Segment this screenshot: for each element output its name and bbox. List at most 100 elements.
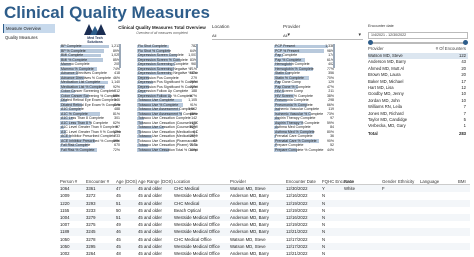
measure-name: Medication List Complete	[61, 80, 101, 84]
provider-name: Brown MD, Laura	[368, 72, 401, 78]
measure-value: 72%	[112, 147, 120, 152]
provider-column-header[interactable]: Provider	[368, 46, 384, 51]
location-dropdown[interactable]: All ▾	[212, 32, 292, 40]
measure-row[interactable]: Prepare Complete % Complete 44%	[274, 148, 335, 153]
summary-title: Clinical Quality Measures Total Overview	[118, 25, 206, 30]
measure-name: Flu Shot Complete	[138, 44, 167, 48]
provider-dropdown[interactable]: All ▾	[283, 32, 363, 40]
measure-name: Tobacco Use Cessation (Pharmacotherapy)	[138, 138, 198, 143]
column-header-language[interactable]: Language	[420, 178, 454, 185]
measure-name: Colon Cancer Screening Complete	[61, 89, 116, 93]
logo-text: Med Tech Solutions	[87, 36, 103, 44]
measure-name: Depression Pos Significant % Complete	[138, 80, 198, 84]
measure-name: A1C % Complete	[61, 111, 88, 116]
table-row[interactable]: 1220 3293 51 45 and older CHC Medical Anderso…	[60, 199, 470, 207]
encounter-date-label: Encounter date	[368, 24, 394, 28]
provider-name: Watson MD, Steve	[368, 53, 403, 58]
measure-name: Tobacco Use Cessation (Counseling) % Com…	[138, 125, 198, 129]
cell-provider: Anderson MD, Barry	[230, 229, 269, 235]
measure-name: A1C Level Greater Than 9 % Complete	[61, 129, 121, 134]
provider-filter-label: Provider	[283, 24, 301, 29]
location-value: All	[212, 33, 217, 38]
column-header-bmi[interactable]: BMI	[458, 178, 474, 185]
measure-name: PCP Present	[275, 44, 296, 48]
provider-value: All	[283, 33, 288, 38]
measure-name: HIV Screen % Complete	[275, 93, 313, 98]
measure-name: Depression Follow Up % Complete	[138, 93, 193, 98]
measure-name: Medication List % Complete	[61, 84, 105, 89]
cell-fqhc: N	[322, 214, 326, 220]
sidebar: Measure Overview Quality Measures	[3, 24, 55, 42]
encounter-table-header: Person # Encounter # Age (DOS) Age Range (D…	[60, 178, 470, 186]
measure-name: A1C Level Greater Than 9 Complete	[61, 125, 118, 129]
measure-name: Depression Screen Complete	[138, 53, 184, 57]
measure-name: Mammo Complete	[61, 62, 90, 66]
measure-scrollbar[interactable]	[119, 44, 121, 68]
measure-name: Tobacco Use Complete	[138, 98, 175, 102]
table-row[interactable]: 1007 3275 49 45 and older Westside Medical O…	[60, 221, 470, 228]
measure-name: Asthma Med % Complete	[275, 129, 315, 134]
measure-name: ACE Inhibitor Prescribed % Complete	[61, 138, 120, 143]
measure-row[interactable]: Tobacco Use Cessation Total % Complete 63…	[137, 148, 198, 153]
provider-total-row: Total 283	[368, 130, 468, 137]
location-filter: Location All ▾	[212, 24, 292, 40]
chevron-down-icon: ▾	[358, 32, 361, 38]
measure-name: Pap Done % Complete	[275, 84, 311, 89]
sidebar-item-measure-overview[interactable]: Measure Overview	[3, 24, 55, 33]
provider-filter: Provider All ▾	[283, 24, 363, 40]
table-row[interactable]: 1002 3264 48 45 and older Westside Medical O…	[60, 250, 470, 257]
measure-name: A1C Complete	[61, 107, 84, 111]
measure-name: Depression Screen % Complete	[138, 57, 188, 62]
measure-name: HIV Screen Comp	[275, 89, 304, 93]
measure-name: A1C Less Than 8 % Complete	[61, 120, 109, 125]
provider-name: Anderson MD, Barry	[368, 59, 406, 65]
cell-provider: Watson MD, Steve	[230, 186, 266, 192]
page-title: Clinical Quality Measures	[4, 3, 210, 22]
measure-row[interactable]: Fall Risk % Complete 72%	[60, 148, 121, 153]
table-row[interactable]: 1064 3361 47 45 and older CHC Medical Watson …	[60, 185, 470, 193]
measure-name: Asthma Med Complete	[275, 125, 311, 129]
measure-name: BMI % Complete	[61, 57, 88, 62]
table-row[interactable]: 1009 3272 45 45 and older Westside Medical O…	[60, 192, 470, 199]
encounter-date-range[interactable]: 1/4/2021 - 12/30/2022	[368, 32, 468, 39]
cell-gender: F	[382, 186, 385, 192]
measure-column: Flu Shot Complete 782 Flu Shot % Complete 6…	[137, 44, 198, 173]
measure-scrollbar[interactable]	[333, 44, 335, 68]
measure-name: Colon Cancer Screening % Complete	[61, 93, 120, 98]
encounters-column-header[interactable]: # Of Encounters	[436, 44, 466, 53]
cell-provider: Anderson MD, Barry	[230, 200, 269, 206]
column-header-race[interactable]: Race	[344, 178, 380, 185]
table-row[interactable]: 1050 3295 45 45 and older Westside Medical O…	[60, 242, 470, 250]
cell-provider: Anderson MD, Barry	[230, 222, 269, 228]
measure-column: PCP Present 1,336 PCP % Present 98% Pap Comp…	[274, 44, 335, 173]
cell-fqhc: N	[322, 193, 326, 199]
cell-provider: Watson MD, Steve	[230, 236, 266, 242]
column-header-provider[interactable]: Provider	[230, 178, 294, 185]
measure-name: PCP % Present	[275, 48, 300, 53]
location-filter-label: Location	[212, 24, 230, 29]
measure-scrollbar[interactable]	[196, 44, 198, 68]
sidebar-item-quality-measures[interactable]: Quality Measures	[3, 33, 55, 42]
measure-name: Depression Screening Negative %	[138, 66, 192, 71]
measure-name: Tobacco Use Cessation (Pharm) % Complete	[138, 143, 198, 147]
measure-name: Dilated Retinal Eye Exam Complete	[61, 98, 117, 102]
encounter-table: Person # Encounter # Age (DOS) Age Range (D…	[60, 178, 470, 257]
measure-name: Tobacco Use Assessment % Complete	[138, 111, 198, 116]
table-row[interactable]: 1189 3245 46 45 and older Westside Medical O…	[60, 228, 470, 236]
measure-name: Prenatal Care Complete	[275, 134, 313, 138]
provider-name: Jones MD, Richard	[368, 110, 404, 116]
measure-name: BMI Complete	[61, 53, 84, 57]
measure-name: Pneumonia Complete	[275, 98, 309, 102]
measure-name: A1C Less Than 8 Complete	[61, 116, 104, 120]
measure-name: Depression Screening Negative % Complete	[138, 71, 198, 75]
measure-column: BP Complete 1,213 BP % Complete 89% BMI Comp…	[60, 44, 121, 173]
table-row[interactable]: 1004 3279 51 45 and older Westside Medical O…	[60, 213, 470, 222]
measure-name: Tobacco Use Cessation Complete	[138, 116, 191, 120]
table-row[interactable]: 1155 3233 50 45 and older Beach Optical Ander…	[60, 207, 470, 214]
measure-name: Dilated Retinal Eye Exam % Complete	[61, 102, 121, 107]
company-logo: Med Tech Solutions	[80, 24, 110, 44]
cell-fqhc: N	[322, 229, 326, 235]
cell-fqhc: N	[322, 236, 326, 242]
table-row[interactable]: 1050 3278 45 45 and older CHC Medical Office…	[60, 236, 470, 243]
measure-name: Pneumonia % Complete	[275, 102, 313, 107]
